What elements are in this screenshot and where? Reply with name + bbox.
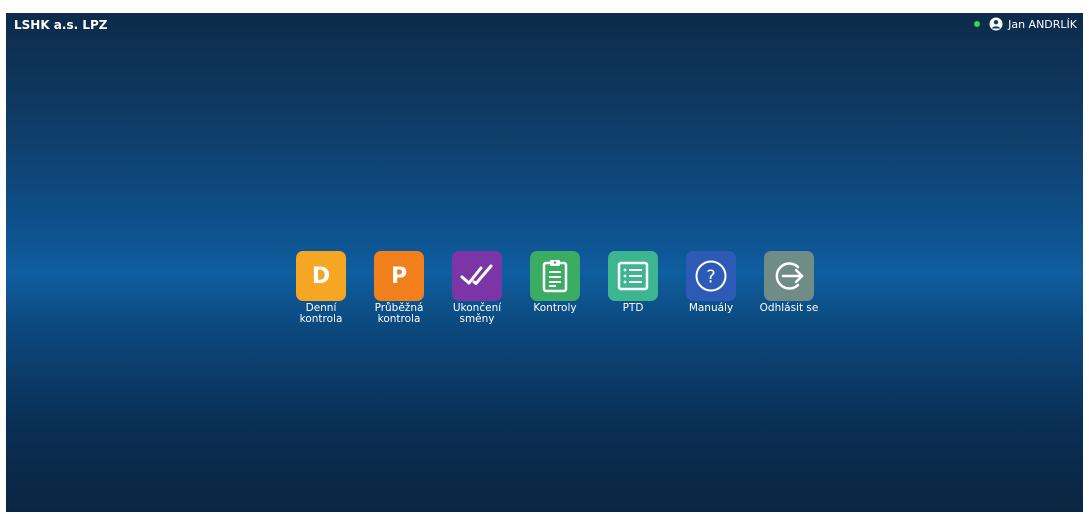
tile-manualy[interactable]: ? Manuály — [672, 251, 750, 314]
tile-label: Ukončení směny — [452, 302, 502, 325]
clipboard-icon — [530, 251, 580, 301]
tile-kontroly[interactable]: Kontroly — [516, 251, 594, 314]
question-icon: ? — [686, 251, 736, 301]
tile-denni-kontrola[interactable]: D Denní kontrola — [282, 251, 360, 325]
app-background: LSHK a.s. LPZ Jan ANDRLÍK D Denní kontro… — [6, 13, 1083, 512]
tile-letter: D — [311, 263, 331, 289]
user-name: Jan ANDRLÍK — [1008, 17, 1077, 31]
online-status-indicator — [974, 21, 981, 27]
tile-label: Průběžná kontrola — [374, 302, 424, 325]
tile-label: Denní kontrola — [299, 302, 343, 325]
svg-text:?: ? — [706, 267, 716, 288]
tile-label: Odhlásit se — [759, 302, 819, 314]
user-area[interactable]: Jan ANDRLÍK — [974, 17, 1077, 31]
double-check-icon — [452, 251, 502, 301]
top-bar: LSHK a.s. LPZ Jan ANDRLÍK — [6, 13, 1083, 37]
tile-ukonceni-smeny[interactable]: Ukončení směny — [438, 251, 516, 325]
tile-odhlasit-se[interactable]: Odhlásit se — [750, 251, 828, 314]
list-icon — [608, 251, 658, 301]
tile-label: PTD — [622, 302, 644, 314]
app-title: LSHK a.s. LPZ — [14, 18, 108, 32]
tile-prubezna-kontrola[interactable]: P Průběžná kontrola — [360, 251, 438, 325]
logout-icon — [764, 251, 814, 301]
user-icon — [989, 17, 1003, 31]
tile-label: Kontroly — [533, 302, 577, 314]
tile-label: Manuály — [688, 302, 734, 314]
letter-p-icon: P — [374, 251, 424, 301]
tile-letter: P — [390, 263, 408, 289]
tile-ptd[interactable]: PTD — [594, 251, 672, 314]
main-menu: D Denní kontrola P Průběžná kontrola Uko… — [282, 251, 828, 325]
letter-d-icon: D — [296, 251, 346, 301]
